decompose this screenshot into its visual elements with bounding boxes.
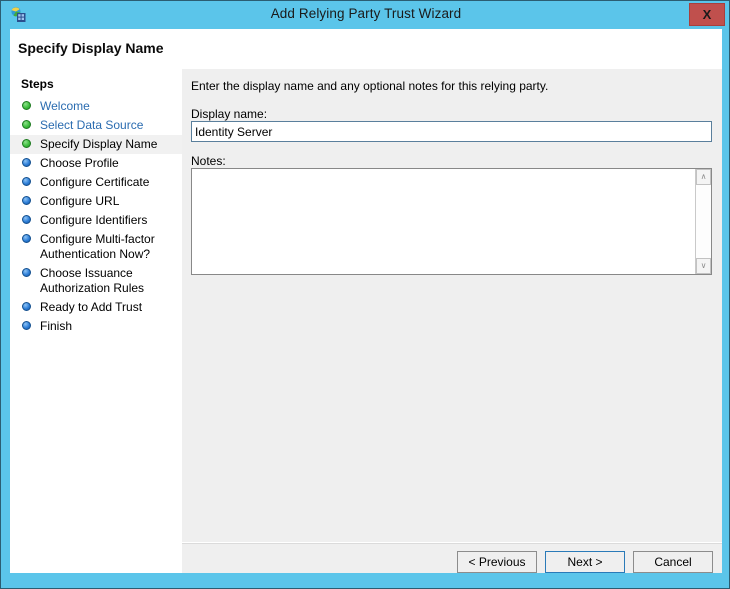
previous-button[interactable]: < Previous [457, 551, 537, 573]
sidebar-step-label: Choose Profile [40, 156, 119, 170]
sidebar-step-label: Finish [40, 319, 72, 333]
step-pending-icon [22, 215, 31, 224]
step-pending-icon [22, 177, 31, 186]
sidebar-step-label: Configure Multi-factor Authentication No… [40, 232, 155, 261]
scroll-down-icon[interactable]: ∨ [696, 258, 711, 274]
page-title: Specify Display Name [18, 40, 164, 56]
scroll-up-icon[interactable]: ∧ [696, 169, 711, 185]
step-pending-icon [22, 158, 31, 167]
sidebar-step-label: Specify Display Name [40, 137, 157, 151]
sidebar-step-configure-identifiers: Configure Identifiers [10, 211, 182, 230]
sidebar-step-label: Ready to Add Trust [40, 300, 142, 314]
sidebar-step-ready-to-add-trust: Ready to Add Trust [10, 298, 182, 317]
button-bar: < Previous Next > Cancel [457, 551, 713, 573]
step-pending-icon [22, 234, 31, 243]
scrollbar-track[interactable] [696, 185, 711, 258]
sidebar-step-finish: Finish [10, 317, 182, 336]
step-complete-icon [22, 139, 31, 148]
notes-label: Notes: [191, 154, 226, 168]
step-pending-icon [22, 268, 31, 277]
sidebar-step-label: Welcome [40, 99, 90, 113]
sidebar-step-choose-profile: Choose Profile [10, 154, 182, 173]
wizard-window: Add Relying Party Trust Wizard X Specify… [0, 0, 730, 589]
step-complete-icon [22, 120, 31, 129]
header-band: Specify Display Name [10, 29, 722, 69]
sidebar-step-label: Configure Identifiers [40, 213, 147, 227]
step-pending-icon [22, 302, 31, 311]
steps-sidebar: Steps Welcome Select Data Source Specify D… [10, 69, 182, 573]
sidebar-step-specify-display-name: Specify Display Name [10, 135, 182, 154]
steps-list: Welcome Select Data Source Specify Display… [10, 97, 182, 336]
sidebar-step-label: Configure URL [40, 194, 119, 208]
display-name-label: Display name: [191, 107, 267, 121]
notes-scrollbar[interactable]: ∧ ∨ [695, 169, 711, 274]
footer-divider [182, 542, 722, 544]
notes-box: ∧ ∨ [191, 168, 712, 275]
sidebar-step-configure-certificate: Configure Certificate [10, 173, 182, 192]
sidebar-step-configure-multi-factor-authentication-now: Configure Multi-factor Authentication No… [10, 230, 182, 264]
step-pending-icon [22, 196, 31, 205]
cancel-button[interactable]: Cancel [633, 551, 713, 573]
content-pane: Enter the display name and any optional … [182, 69, 722, 573]
sidebar-step-configure-url: Configure URL [10, 192, 182, 211]
sidebar-step-select-data-source[interactable]: Select Data Source [10, 116, 182, 135]
display-name-input[interactable] [191, 121, 712, 142]
notes-textarea[interactable] [192, 169, 695, 274]
window-title: Add Relying Party Trust Wizard [1, 6, 730, 21]
steps-heading: Steps [21, 77, 54, 91]
title-bar: Add Relying Party Trust Wizard X [1, 1, 730, 29]
next-button[interactable]: Next > [545, 551, 625, 573]
sidebar-step-choose-issuance-authorization-rules: Choose Issuance Authorization Rules [10, 264, 182, 298]
sidebar-step-label: Configure Certificate [40, 175, 149, 189]
sidebar-step-label: Select Data Source [40, 118, 143, 132]
step-complete-icon [22, 101, 31, 110]
close-button[interactable]: X [689, 3, 725, 26]
step-pending-icon [22, 321, 31, 330]
sidebar-step-label: Choose Issuance Authorization Rules [40, 266, 144, 295]
sidebar-step-welcome[interactable]: Welcome [10, 97, 182, 116]
instruction-text: Enter the display name and any optional … [191, 79, 548, 93]
